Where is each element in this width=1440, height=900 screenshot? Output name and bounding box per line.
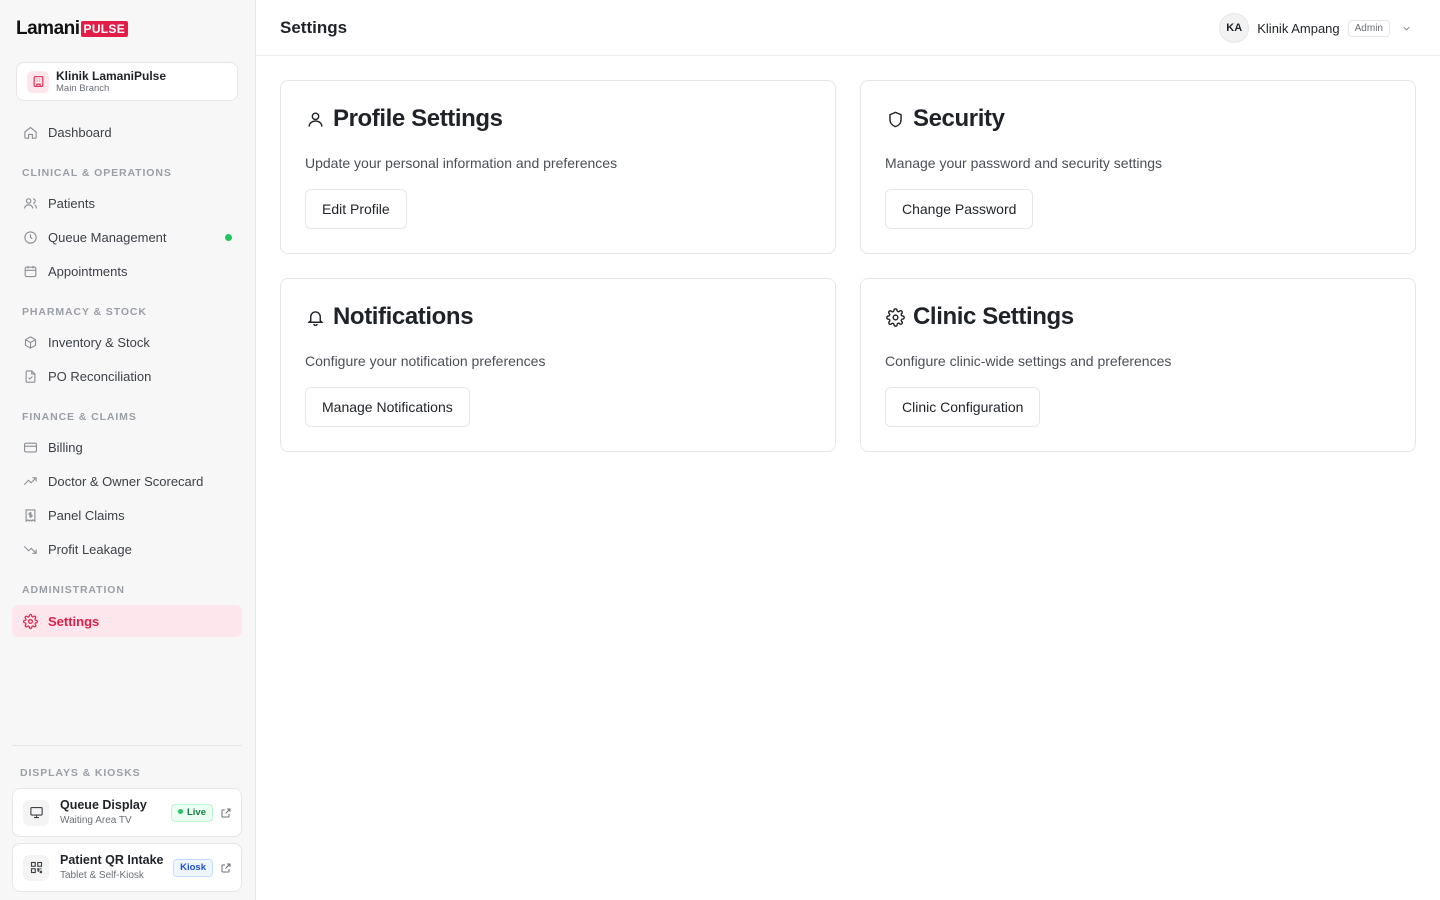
clock-icon [22,229,38,245]
card-title: Clinic Settings [913,303,1074,330]
monitor-icon [23,799,49,826]
sidebar-item-queue[interactable]: Queue Management [12,221,242,253]
sidebar-divider [12,745,242,746]
card-title: Profile Settings [333,105,503,132]
kiosk-title: Queue Display [60,798,147,812]
sidebar-item-profit-leakage[interactable]: Profit Leakage [12,533,242,565]
card-security: Security Manage your password and securi… [860,80,1416,254]
sidebar-item-label: Settings [48,613,100,629]
sidebar-item-settings[interactable]: Settings [12,605,242,637]
app-logo[interactable]: Lamani PULSE [16,18,129,39]
kiosk-patient-qr-intake[interactable]: Patient QR Intake Tablet & Self-Kiosk Ki… [12,843,242,892]
clinic-switcher[interactable]: Klinik LamaniPulse Main Branch [16,62,238,101]
chevron-down-icon [1400,22,1412,34]
sidebar-item-scorecard[interactable]: Doctor & Owner Scorecard [12,465,242,497]
user-menu[interactable]: KA Klinik Ampang Admin [1219,13,1412,43]
change-password-button[interactable]: Change Password [885,189,1034,229]
sidebar-item-label: Patients [48,195,95,211]
card-title: Notifications [333,303,474,330]
kiosk-queue-display[interactable]: Queue Display Waiting Area TV Live [12,788,242,837]
users-icon [22,195,38,211]
logo-wordmark: Lamani [16,18,80,39]
kiosk-badge: Kiosk [173,858,213,877]
sidebar-item-label: PO Reconciliation [48,368,152,384]
top-header: Settings KA Klinik Ampang Admin [256,0,1440,56]
shield-icon [885,109,905,129]
gear-icon [885,307,905,327]
clinic-configuration-button[interactable]: Clinic Configuration [885,387,1041,427]
sidebar-item-label: Queue Management [48,229,167,245]
sidebar-item-appointments[interactable]: Appointments [12,255,242,287]
user-name: Klinik Ampang [1257,20,1340,36]
section-label-clinical: CLINICAL & OPERATIONS [22,167,172,179]
sidebar: Lamani PULSE Klinik LamaniPulse Main Bra… [0,0,256,900]
calendar-icon [22,263,38,279]
manage-notifications-button[interactable]: Manage Notifications [305,387,470,427]
role-badge: Admin [1347,19,1390,37]
kiosk-title: Patient QR Intake [60,853,164,867]
building-icon [27,70,49,93]
sidebar-item-label: Dashboard [48,124,112,140]
kiosk-subtitle: Tablet & Self-Kiosk [60,870,144,881]
kiosk-subtitle: Waiting Area TV [60,815,132,826]
sidebar-item-label: Doctor & Owner Scorecard [48,473,204,489]
page-title: Settings [280,18,348,37]
card-notifications: Notifications Configure your notificatio… [280,278,836,452]
sidebar-item-inventory[interactable]: Inventory & Stock [12,326,242,358]
package-icon [22,334,38,350]
sidebar-item-billing[interactable]: Billing [12,431,242,463]
gear-icon [22,613,38,629]
avatar: KA [1219,13,1250,43]
sidebar-item-label: Appointments [48,263,128,279]
credit-card-icon [22,439,38,455]
card-title: Security [913,105,1005,132]
sidebar-item-label: Billing [48,439,83,455]
sidebar-item-dashboard[interactable]: Dashboard [12,116,242,148]
user-icon [305,109,325,129]
sidebar-item-patients[interactable]: Patients [12,187,242,219]
qr-code-icon [23,854,49,881]
card-description: Configure your notification preferences [305,353,546,369]
live-badge: Live [170,803,213,822]
section-label-pharmacy: PHARMACY & STOCK [22,306,147,318]
sidebar-item-label: Panel Claims [48,507,125,523]
trending-down-icon [22,541,38,557]
card-clinic-settings: Clinic Settings Configure clinic-wide se… [860,278,1416,452]
sidebar-item-label: Inventory & Stock [48,334,150,350]
card-profile-settings: Profile Settings Update your personal in… [280,80,836,254]
receipt-icon [22,507,38,523]
live-status-dot [225,234,232,241]
section-label-admin: ADMINISTRATION [22,584,125,596]
file-check-icon [22,368,38,384]
clinic-branch: Main Branch [56,82,110,94]
external-link-icon[interactable] [219,861,233,875]
section-label-finance: FINANCE & CLAIMS [22,411,137,423]
section-label-displays: DISPLAYS & KIOSKS [20,767,141,779]
external-link-icon[interactable] [219,806,233,820]
sidebar-item-po-reconciliation[interactable]: PO Reconciliation [12,360,242,392]
bell-icon [305,307,325,327]
home-icon [22,124,38,140]
sidebar-item-label: Profit Leakage [48,541,132,557]
clinic-name: Klinik LamaniPulse [56,68,167,83]
sidebar-item-panel-claims[interactable]: Panel Claims [12,499,242,531]
card-description: Update your personal information and pre… [305,155,618,171]
card-description: Manage your password and security settin… [885,155,1163,171]
trending-up-icon [22,473,38,489]
logo-badge: PULSE [80,21,129,37]
edit-profile-button[interactable]: Edit Profile [305,189,407,229]
card-description: Configure clinic-wide settings and prefe… [885,353,1172,369]
